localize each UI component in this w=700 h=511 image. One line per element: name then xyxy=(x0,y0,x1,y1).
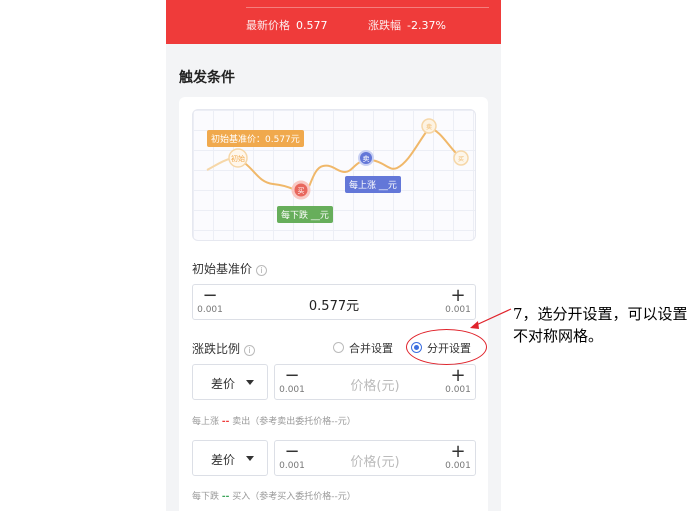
fall-step-tag: 每下跌 __元 xyxy=(277,206,333,223)
down-price-stepper: − 0.001 价格(元) + 0.001 xyxy=(274,440,476,476)
base-price-minus-button[interactable]: − 0.001 xyxy=(195,285,225,316)
up-price-plus-button[interactable]: + 0.001 xyxy=(443,365,473,396)
down-price-plus-button[interactable]: + 0.001 xyxy=(443,441,473,472)
annotation-text: 7，选分开设置，可以设置不对称网格。 xyxy=(513,305,688,345)
radio-merge-label: 合并设置 xyxy=(349,342,393,355)
minus-icon: − xyxy=(284,441,300,462)
price-header: 最新价格 0.577 涨跌幅 -2.37% xyxy=(166,0,501,44)
radio-merge-circle[interactable] xyxy=(333,342,344,353)
base-price-label-text: 初始基准价 xyxy=(192,262,253,276)
latest-price-label: 最新价格 xyxy=(246,19,290,32)
plus-icon: + xyxy=(450,285,466,306)
chevron-down-icon xyxy=(246,456,254,461)
sell-node-label: 卖 xyxy=(363,155,370,163)
latest-price-value: 0.577 xyxy=(296,19,328,32)
radio-merge[interactable]: 合并设置 xyxy=(333,340,393,356)
minus-step: 0.001 xyxy=(279,461,305,471)
phone-screen: 最新价格 0.577 涨跌幅 -2.37% 触发条件 初始 买 卖 卖 买 初始基准… xyxy=(166,0,501,511)
sell-node2-label: 卖 xyxy=(426,124,432,131)
latest-price: 最新价格 0.577 xyxy=(246,17,328,33)
down-hint-dash: -- xyxy=(221,492,230,502)
buy-node-label: 买 xyxy=(298,187,305,195)
up-type-value: 差价 xyxy=(211,377,236,391)
price-change-label: 涨跌幅 xyxy=(368,19,401,32)
plus-step: 0.001 xyxy=(445,461,471,471)
base-price-tag: 初始基准价：0.577元 xyxy=(207,130,304,147)
down-price-minus-button[interactable]: − 0.001 xyxy=(277,441,307,472)
right-node-label: 买 xyxy=(458,155,464,163)
info-icon[interactable]: i xyxy=(244,345,256,356)
price-change: 涨跌幅 -2.37% xyxy=(368,17,446,33)
up-hint-prefix: 每上涨 xyxy=(192,417,220,427)
rise-step-tag: 每上涨 __元 xyxy=(345,176,401,193)
plus-icon: + xyxy=(450,365,466,386)
minus-icon: − xyxy=(202,285,218,306)
minus-step: 0.001 xyxy=(279,385,305,395)
ratio-label-text: 涨跌比例 xyxy=(192,342,241,356)
start-node-label: 初始 xyxy=(231,154,245,163)
up-hint-suffix: 卖出（参考卖出委托价格--元） xyxy=(232,417,356,427)
plus-icon: + xyxy=(450,441,466,462)
base-price-input[interactable]: 0.577元 xyxy=(223,295,445,314)
price-change-value: -2.37% xyxy=(407,19,446,32)
ratio-label: 涨跌比例 i xyxy=(192,340,256,357)
up-price-input[interactable]: 价格(元) xyxy=(305,375,445,394)
down-hint-prefix: 每下跌 xyxy=(192,492,220,502)
base-price-plus-button[interactable]: + 0.001 xyxy=(443,285,473,316)
base-price-label: 初始基准价 i xyxy=(192,260,268,277)
down-hint: 每下跌 -- 买入（参考买入委托价格--元） xyxy=(192,489,356,502)
down-type-select[interactable]: 差价 xyxy=(192,440,268,476)
base-price-stepper: − 0.001 0.577元 + 0.001 xyxy=(192,284,476,320)
chevron-down-icon xyxy=(246,380,254,385)
up-price-minus-button[interactable]: − 0.001 xyxy=(277,365,307,396)
plus-step: 0.001 xyxy=(445,305,471,315)
highlight-ellipse xyxy=(406,329,487,365)
trigger-card: 初始 买 卖 卖 买 初始基准价：0.577元 每上涨 __元 每下跌 __元 … xyxy=(179,97,488,511)
info-icon[interactable]: i xyxy=(256,265,268,276)
header-divider xyxy=(246,7,489,8)
up-hint-dash: -- xyxy=(221,417,230,427)
grid-illustration: 初始 买 卖 卖 买 初始基准价：0.577元 每上涨 __元 每下跌 __元 xyxy=(192,109,476,241)
down-price-input[interactable]: 价格(元) xyxy=(305,451,445,470)
up-price-stepper: − 0.001 价格(元) + 0.001 xyxy=(274,364,476,400)
up-hint: 每上涨 -- 卖出（参考卖出委托价格--元） xyxy=(192,414,356,427)
minus-icon: − xyxy=(284,365,300,386)
up-type-select[interactable]: 差价 xyxy=(192,364,268,400)
plus-step: 0.001 xyxy=(445,385,471,395)
section-title: 触发条件 xyxy=(179,70,235,86)
down-hint-suffix: 买入（参考买入委托价格--元） xyxy=(232,492,356,502)
down-type-value: 差价 xyxy=(211,453,236,467)
minus-step: 0.001 xyxy=(197,305,223,315)
